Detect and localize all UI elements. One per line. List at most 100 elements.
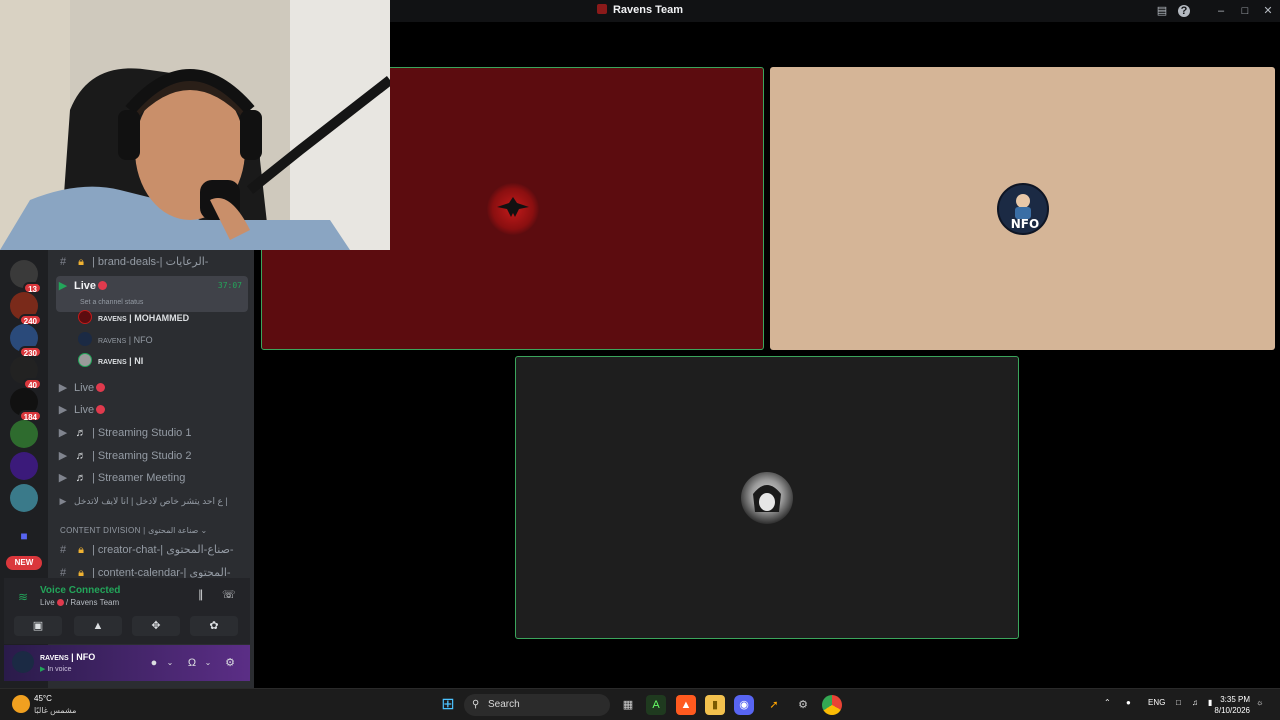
weather-temp[interactable]: 45°C [34, 694, 52, 703]
microphone-icon[interactable]: ● [1126, 698, 1131, 707]
server-icon[interactable] [10, 484, 38, 512]
hash-icon: # [59, 256, 67, 268]
category-content-division[interactable]: CONTENT DIVISION | صناعة المحتوى ⌄ [60, 526, 246, 535]
volume-icon[interactable]: ♫ [1192, 698, 1198, 707]
close-icon[interactable]: ✕ [1260, 3, 1276, 19]
server-icon[interactable]: 240 [10, 292, 42, 326]
clock[interactable]: 3:35 PM 8/10/2026 [1214, 694, 1250, 716]
chrome-icon[interactable] [822, 695, 842, 715]
microphone-icon[interactable]: ● [146, 655, 162, 671]
nfo-logo-icon: NFO [1010, 193, 1039, 231]
weather-desc[interactable]: مشمس غالبًا [34, 706, 76, 715]
speaker-icon: ▶ [58, 427, 68, 439]
server-icon[interactable]: 13 [10, 260, 42, 294]
chevron-up-icon[interactable]: ⌃ [1104, 698, 1111, 707]
minimize-icon[interactable]: – [1213, 3, 1229, 19]
volume-icon: ♬ [75, 427, 87, 439]
screen-share-button[interactable]: ▲ [74, 616, 122, 636]
server-icon[interactable] [10, 452, 38, 480]
live-dot-icon [98, 281, 108, 290]
voice-channel-info[interactable]: Live / Ravens Team [40, 598, 119, 607]
server-icon[interactable]: 184 [10, 388, 42, 422]
app-icon[interactable]: ➚ [764, 695, 784, 715]
voice-user[interactable]: RAVENS | NI [78, 352, 143, 370]
headphones-icon[interactable]: Ω [184, 655, 200, 671]
inbox-icon[interactable]: ▤ [1154, 3, 1170, 19]
ravens-logo-avatar [486, 182, 539, 235]
hash-icon: # [59, 544, 67, 556]
help-icon[interactable]: ? [1178, 5, 1190, 17]
new-badge[interactable]: NEW [6, 556, 42, 570]
webcam-overlay [0, 0, 390, 250]
disconnect-icon[interactable]: ☏ [222, 588, 236, 601]
soundboard-button[interactable]: ✿ [190, 616, 238, 636]
svg-text:NFO: NFO [1010, 217, 1038, 231]
weather-icon[interactable] [12, 695, 30, 713]
signal-icon: ≋ [18, 590, 29, 604]
channel-streamer-meeting[interactable]: ▶ ♬ | Streamer Meeting [56, 468, 248, 488]
channel-private-live[interactable]: ▶ ع احد يتشر خاص لادخل | انا لايف لاتدخل … [56, 491, 248, 511]
voice-user[interactable]: RAVENS | MOHAMMED [78, 309, 189, 327]
user-status: ▶ In voice [40, 666, 72, 673]
settings-app-icon[interactable]: ⚙ [793, 695, 813, 715]
live-dot-icon [96, 383, 106, 392]
gear-icon[interactable]: ⚙ [222, 655, 238, 671]
speaker-icon: ▶ [58, 382, 68, 394]
channel-studio-2[interactable]: ▶ ♬ | Streaming Studio 2 [56, 446, 248, 466]
voice-status-title[interactable]: Voice Connected [40, 585, 120, 596]
channel-brand-deals[interactable]: # 🔒︎ | brand-deals-| الرعايات- [56, 252, 248, 272]
voice-user[interactable]: RAVENS | NFO [78, 331, 153, 349]
server-icon[interactable]: 230 [10, 324, 42, 358]
camera-toggle-button[interactable]: ▣ [14, 616, 62, 636]
channel-live-2[interactable]: ▶ Live [56, 378, 248, 398]
notification-icon[interactable]: ☼ [1256, 698, 1263, 707]
speaker-icon: ▶ [59, 496, 67, 506]
speaker-icon: ▶ [58, 472, 68, 484]
search-box[interactable]: ⚲ Search [464, 694, 610, 716]
live-dot-icon [56, 599, 64, 606]
chevron-down-icon[interactable]: ⌄ [200, 655, 216, 671]
activities-button[interactable]: ✥ [132, 616, 180, 636]
file-explorer-icon[interactable]: ▮ [705, 695, 725, 715]
avatar [78, 310, 92, 324]
ravens-ni-tile[interactable] [515, 356, 1019, 639]
voice-connected-panel: ≋ Voice Connected Live / Ravens Team ∥ ☏… [4, 578, 250, 644]
server-icon[interactable]: 40 [10, 356, 42, 390]
channel-studio-1[interactable]: ▶ ♬ | Streaming Studio 1 [56, 423, 248, 443]
server-logo-icon [596, 4, 607, 14]
speaker-icon: ▶ [58, 404, 68, 416]
avatar [78, 353, 92, 367]
user-panel: RAVENS | NFO ▶ In voice ● ⌄ Ω ⌄ ⚙ [4, 645, 250, 681]
terminal-app-icon[interactable]: A [646, 695, 666, 715]
ravens-nfo-tile[interactable]: NFO [770, 67, 1275, 350]
battery-icon[interactable]: ▮ [1208, 698, 1212, 707]
server-icon[interactable] [10, 420, 38, 448]
task-view-icon[interactable]: ▦ [618, 695, 638, 715]
channel-creator-chat[interactable]: # 🔒︎ | creator-chat-| صناع-المحتوى- [56, 540, 248, 560]
nfo-avatar: NFO [996, 182, 1049, 235]
windows-start-icon[interactable]: ⊞ [438, 695, 458, 715]
channel-live-3[interactable]: ▶ Live [56, 400, 248, 420]
speaker-icon: ▶ [40, 666, 46, 673]
avatar [78, 332, 92, 346]
channel-live-active[interactable]: ▶ Live 37:07 Set a channel status [56, 276, 248, 312]
anime-avatar-icon [753, 484, 781, 512]
raven-icon [496, 196, 529, 217]
speaker-icon: ▶ [58, 280, 68, 292]
language-indicator[interactable]: ENG [1148, 698, 1165, 707]
volume-icon: ♬ [75, 450, 87, 462]
speaker-icon: ▶ [58, 450, 68, 462]
noise-suppression-icon[interactable]: ∥ [198, 588, 204, 601]
chevron-down-icon[interactable]: ⌄ [162, 655, 178, 671]
network-icon[interactable]: □ [1176, 698, 1181, 707]
ni-avatar [741, 471, 793, 524]
lock-icon: 🔒︎ [78, 544, 84, 556]
folder-icon[interactable]: ■ [10, 522, 38, 550]
username[interactable]: RAVENS | NFO [40, 652, 95, 662]
avatar[interactable] [12, 651, 34, 673]
maximize-icon[interactable]: □ [1237, 3, 1253, 19]
brave-browser-icon[interactable]: ▲ [676, 695, 696, 715]
webcam-feed [0, 0, 390, 250]
taskbar: 45°C مشمس غالبًا ⊞ ⚲ Search ▦ A ▲ ▮ ◉ ➚ ⚙… [0, 688, 1280, 720]
discord-icon[interactable]: ◉ [734, 695, 754, 715]
